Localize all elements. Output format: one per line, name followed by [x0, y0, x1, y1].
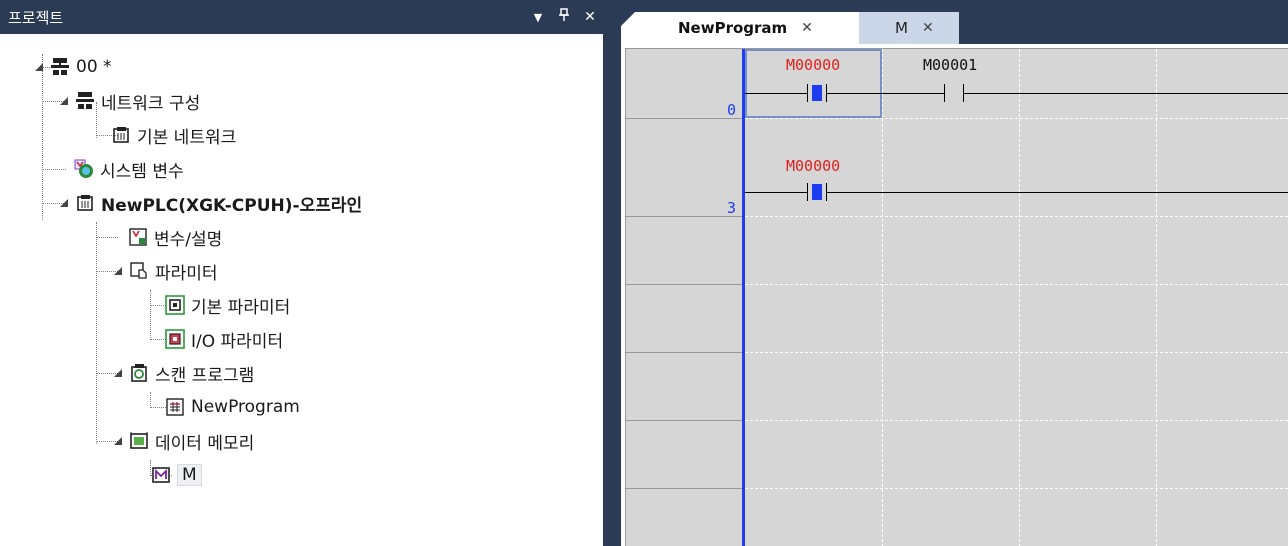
project-tree: 00 * 네트워크 구성 기본 네트워크 시스템 변수 NewPLC(XGK-C… — [0, 34, 603, 546]
tab-m[interactable]: M ✕ — [859, 12, 959, 44]
tree-item-memory-m[interactable]: M — [147, 461, 202, 489]
tree-item-system-variable[interactable]: 시스템 변수 — [70, 155, 184, 183]
contact-left-bar — [807, 183, 808, 201]
expand-toggle-icon[interactable] — [111, 434, 125, 448]
rung-wire — [826, 93, 944, 94]
rung-wire — [745, 192, 807, 193]
expand-toggle-icon[interactable] — [111, 366, 125, 380]
tree-item-parameter[interactable]: 파라미터 — [111, 257, 218, 285]
network-config-icon — [75, 91, 95, 111]
expand-toggle-icon[interactable] — [111, 264, 125, 278]
variable-comment-icon — [128, 227, 148, 247]
io-parameter-icon — [165, 329, 185, 349]
tree-item-plc[interactable]: NewPLC(XGK-CPUH)-오프라인 — [57, 189, 362, 217]
project-panel-title: 프로젝트 — [8, 8, 64, 27]
tree-item-label: I/O 파라미터 — [191, 331, 284, 352]
tree-item-label: 기본 네트워크 — [137, 127, 237, 148]
close-icon[interactable]: ✕ — [922, 20, 934, 36]
contact-device-label: M00000 — [786, 157, 841, 175]
program-icon — [165, 397, 185, 417]
tree-item-basic-network[interactable]: 기본 네트워크 — [107, 121, 236, 149]
system-variable-icon — [74, 159, 94, 179]
contact-left-bar — [944, 84, 945, 102]
ladder-editor: NewProgram ✕ M ✕ 0 3 M00000 M00001 M0000… — [613, 0, 1288, 546]
contact-device-label: M00000 — [786, 56, 841, 74]
project-panel-header: 프로젝트 ▼ ✕ — [0, 0, 603, 34]
panel-splitter[interactable] — [603, 0, 613, 546]
contact-on-indicator — [812, 85, 822, 101]
pin-icon[interactable] — [551, 8, 577, 26]
tree-item-label: 00 * — [76, 57, 112, 77]
ladder-grid[interactable]: 0 3 M00000 M00001 M00000 — [625, 48, 1288, 546]
project-panel: 프로젝트 ▼ ✕ 00 * 네트워크 구성 기본 네트워크 시스템 변수 New… — [0, 0, 603, 546]
ladder-canvas: 0 3 M00000 M00001 M00000 — [621, 44, 1288, 546]
tree-item-newprogram[interactable]: NewProgram — [161, 393, 300, 421]
tab-label: M — [895, 19, 908, 37]
tree-item-label: M — [177, 464, 202, 486]
expand-toggle-icon[interactable] — [32, 60, 46, 74]
basic-network-icon — [111, 125, 131, 145]
tree-item-label: NewProgram — [191, 397, 300, 417]
basic-parameter-icon — [165, 295, 185, 315]
parameter-icon — [129, 261, 149, 281]
editor-tabs: NewProgram ✕ M ✕ — [613, 0, 1288, 44]
expand-toggle-icon[interactable] — [57, 196, 71, 210]
tree-item-label: 변수/설명 — [154, 229, 223, 250]
close-icon[interactable]: ✕ — [577, 9, 603, 25]
tree-item-basic-parameter[interactable]: 기본 파라미터 — [161, 291, 290, 319]
tree-item-label: 스캔 프로그램 — [155, 365, 255, 386]
step-number: 0 — [726, 101, 736, 119]
tree-item-variable-comment[interactable]: 변수/설명 — [124, 223, 222, 251]
step-number: 3 — [726, 199, 736, 217]
contact-device-label: M00001 — [923, 56, 978, 74]
rung-wire — [963, 93, 1288, 94]
tree-item-label: 데이터 메모리 — [155, 433, 255, 454]
tree-item-network-config[interactable]: 네트워크 구성 — [57, 87, 200, 115]
left-power-rail — [742, 49, 745, 546]
tree-item-project[interactable]: 00 * — [32, 53, 112, 81]
rung-wire — [745, 93, 807, 94]
tree-item-label: 네트워크 구성 — [101, 93, 201, 114]
tree-item-scan-program[interactable]: 스캔 프로그램 — [111, 359, 254, 387]
tree-item-label: NewPLC(XGK-CPUH)-오프라인 — [101, 195, 363, 216]
tree-item-label: 파라미터 — [155, 263, 218, 284]
tab-newprogram[interactable]: NewProgram ✕ — [621, 12, 859, 44]
project-network-icon — [50, 57, 70, 77]
tree-item-data-memory[interactable]: 데이터 메모리 — [111, 427, 254, 455]
close-icon[interactable]: ✕ — [801, 20, 813, 36]
plc-icon — [75, 193, 95, 213]
contact-on-indicator — [812, 184, 822, 200]
dropdown-icon[interactable]: ▼ — [525, 11, 551, 24]
tab-label: NewProgram — [678, 19, 788, 37]
rung-wire — [826, 192, 1288, 193]
memory-m-icon — [151, 465, 171, 485]
tree-item-io-parameter[interactable]: I/O 파라미터 — [161, 325, 283, 353]
tree-item-label: 기본 파라미터 — [191, 297, 291, 318]
data-memory-icon — [129, 431, 149, 451]
tree-item-label: 시스템 변수 — [100, 161, 184, 182]
expand-toggle-icon[interactable] — [57, 94, 71, 108]
contact-left-bar — [807, 84, 808, 102]
scan-program-icon — [129, 363, 149, 383]
